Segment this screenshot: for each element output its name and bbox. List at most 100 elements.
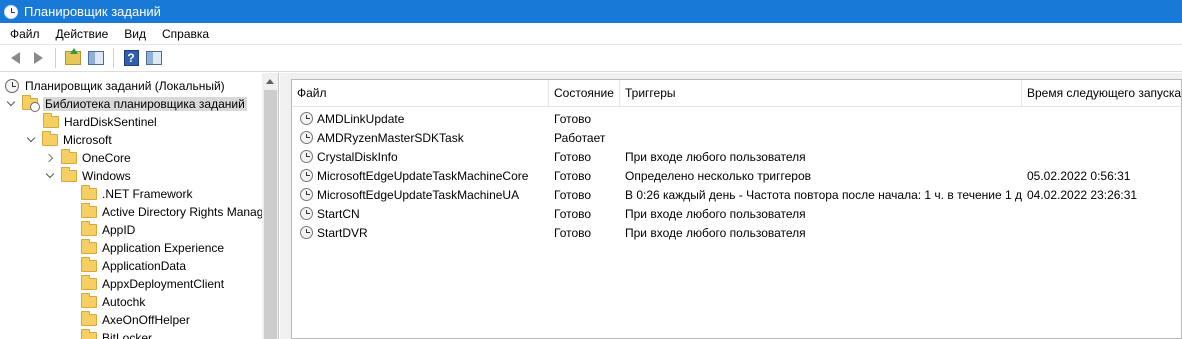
back-button[interactable] — [4, 47, 26, 69]
task-name-cell: AMDRyzenMasterSDKTask — [300, 128, 549, 147]
task-status: Готово — [554, 111, 592, 126]
tree-item-label: Active Directory Rights Manag — [102, 205, 264, 219]
chevron-right-icon[interactable] — [45, 152, 57, 164]
table-row[interactable]: AMDLinkUpdate Готово — [292, 109, 1181, 128]
table-row[interactable]: MicrosoftEdgeUpdateTaskMachineCore Готов… — [292, 166, 1181, 185]
task-name: CrystalDiskInfo — [317, 149, 398, 164]
back-arrow-icon — [10, 52, 20, 64]
folder-icon — [61, 149, 77, 164]
task-next-run — [1027, 147, 1181, 166]
tree-item-windows-child[interactable]: Active Directory Rights Manag — [81, 203, 263, 221]
tree-item-root[interactable]: Планировщик заданий (Локальный) — [5, 77, 225, 95]
folder-icon — [43, 113, 59, 128]
task-name: MicrosoftEdgeUpdateTaskMachineUA — [317, 187, 520, 202]
folder-icon — [81, 221, 97, 236]
task-clock-icon — [300, 131, 313, 144]
task-next-run — [1027, 128, 1181, 147]
menu-file[interactable]: Файл — [2, 27, 48, 41]
forward-button[interactable] — [27, 47, 49, 69]
tree-item-label: OneCore — [82, 151, 131, 165]
tree-item-windows-child[interactable]: AppxDeploymentClient — [81, 275, 224, 293]
menu-action[interactable]: Действие — [48, 27, 117, 41]
console-tree: Планировщик заданий (Локальный) Библиоте… — [0, 73, 279, 339]
tree-item-label: AppxDeploymentClient — [102, 277, 225, 291]
show-hide-action-pane-icon — [146, 51, 162, 65]
task-name-cell: CrystalDiskInfo — [300, 147, 549, 166]
tree-item-label: Планировщик заданий (Локальный) — [25, 79, 225, 93]
task-name-cell: MicrosoftEdgeUpdateTaskMachineCore — [300, 166, 549, 185]
chevron-down-icon[interactable] — [6, 98, 18, 110]
task-clock-icon — [300, 150, 313, 163]
scrollbar-thumb[interactable] — [264, 90, 277, 339]
scroll-up-icon[interactable] — [266, 79, 274, 84]
column-header-triggers[interactable]: Триггеры — [620, 80, 1022, 106]
menu-help[interactable]: Справка — [154, 27, 217, 41]
up-one-level-button[interactable] — [62, 47, 84, 69]
task-name: AMDLinkUpdate — [317, 111, 405, 126]
show-hide-action-pane-button[interactable] — [143, 47, 165, 69]
folder-icon — [81, 257, 97, 272]
task-next-run — [1027, 223, 1181, 242]
tree-item-windows-child[interactable]: AxeOnOffHelper — [81, 311, 190, 329]
task-status: Готово — [554, 225, 592, 240]
task-next-run — [1027, 204, 1181, 223]
table-row[interactable]: StartCN Готово При входе любого пользова… — [292, 204, 1181, 223]
up-folder-icon — [65, 48, 81, 65]
title-bar[interactable]: Планировщик заданий — [0, 0, 1182, 23]
task-trigger — [625, 109, 1022, 128]
library-folder-icon — [22, 95, 40, 112]
tree-item-microsoft[interactable]: Microsoft — [26, 131, 112, 149]
tree-item-windows-child[interactable]: Autochk — [81, 293, 145, 311]
tree-item-label: Windows — [82, 169, 131, 183]
tree-item-label: Библиотека планировщика заданий — [43, 97, 247, 111]
chevron-down-icon[interactable] — [26, 134, 38, 146]
task-clock-icon — [300, 188, 313, 201]
table-row[interactable]: StartDVR Готово При входе любого пользов… — [292, 223, 1181, 242]
tree-item-harddisksentinel[interactable]: HardDiskSentinel — [43, 113, 157, 131]
toolbar-separator — [55, 48, 56, 68]
task-next-run: 05.02.2022 0:56:31 — [1027, 168, 1131, 183]
task-trigger: При входе любого пользователя — [625, 206, 806, 221]
tree-item-onecore[interactable]: OneCore — [45, 149, 131, 167]
folder-icon — [81, 329, 97, 339]
table-row[interactable]: AMDRyzenMasterSDKTask Работает — [292, 128, 1181, 147]
table-row[interactable]: CrystalDiskInfo Готово При входе любого … — [292, 147, 1181, 166]
tree-item-windows-child[interactable]: .NET Framework — [81, 185, 192, 203]
help-icon: ? — [123, 50, 139, 66]
folder-icon — [81, 311, 97, 326]
task-status: Готово — [554, 187, 592, 202]
tree-item-label: ApplicationData — [102, 259, 187, 273]
column-header-next-run[interactable]: Время следующего запуска — [1022, 80, 1181, 106]
menu-view[interactable]: Вид — [116, 27, 154, 41]
folder-icon — [81, 203, 97, 218]
tree-item-windows-child[interactable]: BitLocker — [81, 329, 152, 339]
task-scheduler-app-icon — [4, 4, 18, 19]
help-button[interactable]: ? — [120, 47, 142, 69]
folder-icon — [81, 293, 97, 308]
task-trigger: Определено несколько триггеров — [625, 168, 812, 183]
task-status: Готово — [554, 206, 592, 221]
column-header-name[interactable]: Файл — [292, 80, 549, 106]
tree-item-windows[interactable]: Windows — [45, 167, 131, 185]
tree-item-library[interactable]: Библиотека планировщика заданий — [6, 95, 247, 113]
task-trigger — [625, 128, 1022, 147]
tree-item-windows-child[interactable]: Application Experience — [81, 239, 224, 257]
column-header-status[interactable]: Состояние — [549, 80, 620, 106]
tree-item-label: .NET Framework — [102, 187, 193, 201]
task-status: Работает — [554, 130, 606, 145]
window-title: Планировщик заданий — [24, 4, 161, 19]
task-name: AMDRyzenMasterSDKTask — [317, 130, 464, 145]
toolbar: ? — [0, 44, 1182, 72]
show-hide-console-tree-button[interactable] — [85, 47, 107, 69]
task-list-pane: Файл Состояние Триггеры Время следующего… — [286, 73, 1182, 339]
task-name-cell: StartDVR — [300, 223, 549, 242]
chevron-down-icon[interactable] — [45, 170, 57, 182]
toolbar-separator — [113, 48, 114, 68]
menu-bar: Файл Действие Вид Справка — [0, 23, 1182, 44]
tree-scrollbar[interactable] — [262, 73, 278, 339]
tree-item-label: AxeOnOffHelper — [102, 313, 190, 327]
tree-item-windows-child[interactable]: AppID — [81, 221, 135, 239]
tree-item-windows-child[interactable]: ApplicationData — [81, 257, 186, 275]
table-row[interactable]: MicrosoftEdgeUpdateTaskMachineUA Готово … — [292, 185, 1181, 204]
tree-item-label: Application Experience — [102, 241, 225, 255]
